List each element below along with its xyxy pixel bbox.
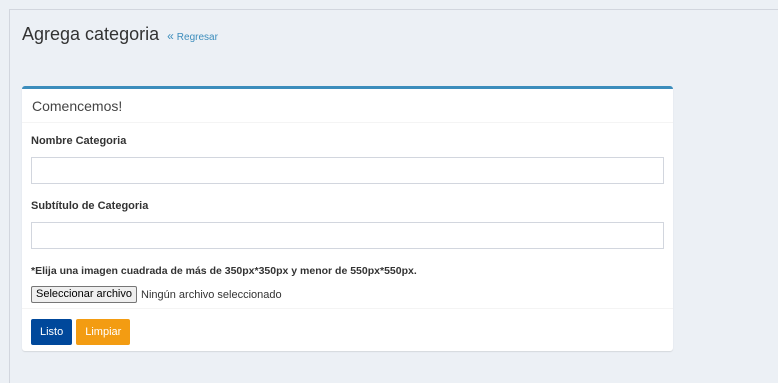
category-name-label: Nombre Categoria — [31, 135, 127, 147]
file-input-row: Seleccionar archivo Ningún archivo selec… — [31, 286, 665, 303]
category-subtitle-input[interactable] — [31, 222, 664, 249]
box-title: Comencemos! — [22, 89, 673, 123]
page-title: Agrega categoria — [22, 24, 160, 44]
clear-button[interactable]: Limpiar — [76, 319, 131, 345]
page-header: Agrega categoria « Regresar — [22, 24, 218, 45]
form-body: Nombre Categoria Subtítulo de Categoria … — [22, 123, 673, 303]
back-link[interactable]: « Regresar — [167, 29, 218, 43]
choose-file-button[interactable]: Seleccionar archivo — [31, 286, 137, 303]
image-help-text: *Elija una imagen cuadrada de más de 350… — [31, 265, 417, 277]
file-status-text: Ningún archivo seleccionado — [141, 288, 282, 301]
submit-button[interactable]: Listo — [31, 319, 73, 345]
category-form-box: Comencemos! Nombre Categoria Subtítulo d… — [22, 86, 673, 351]
category-name-input[interactable] — [31, 157, 664, 184]
category-subtitle-label: Subtítulo de Categoria — [31, 200, 149, 212]
double-chevron-left-icon: « — [167, 29, 174, 43]
form-footer: Listo Limpiar — [22, 308, 673, 355]
back-link-label: Regresar — [176, 32, 218, 43]
